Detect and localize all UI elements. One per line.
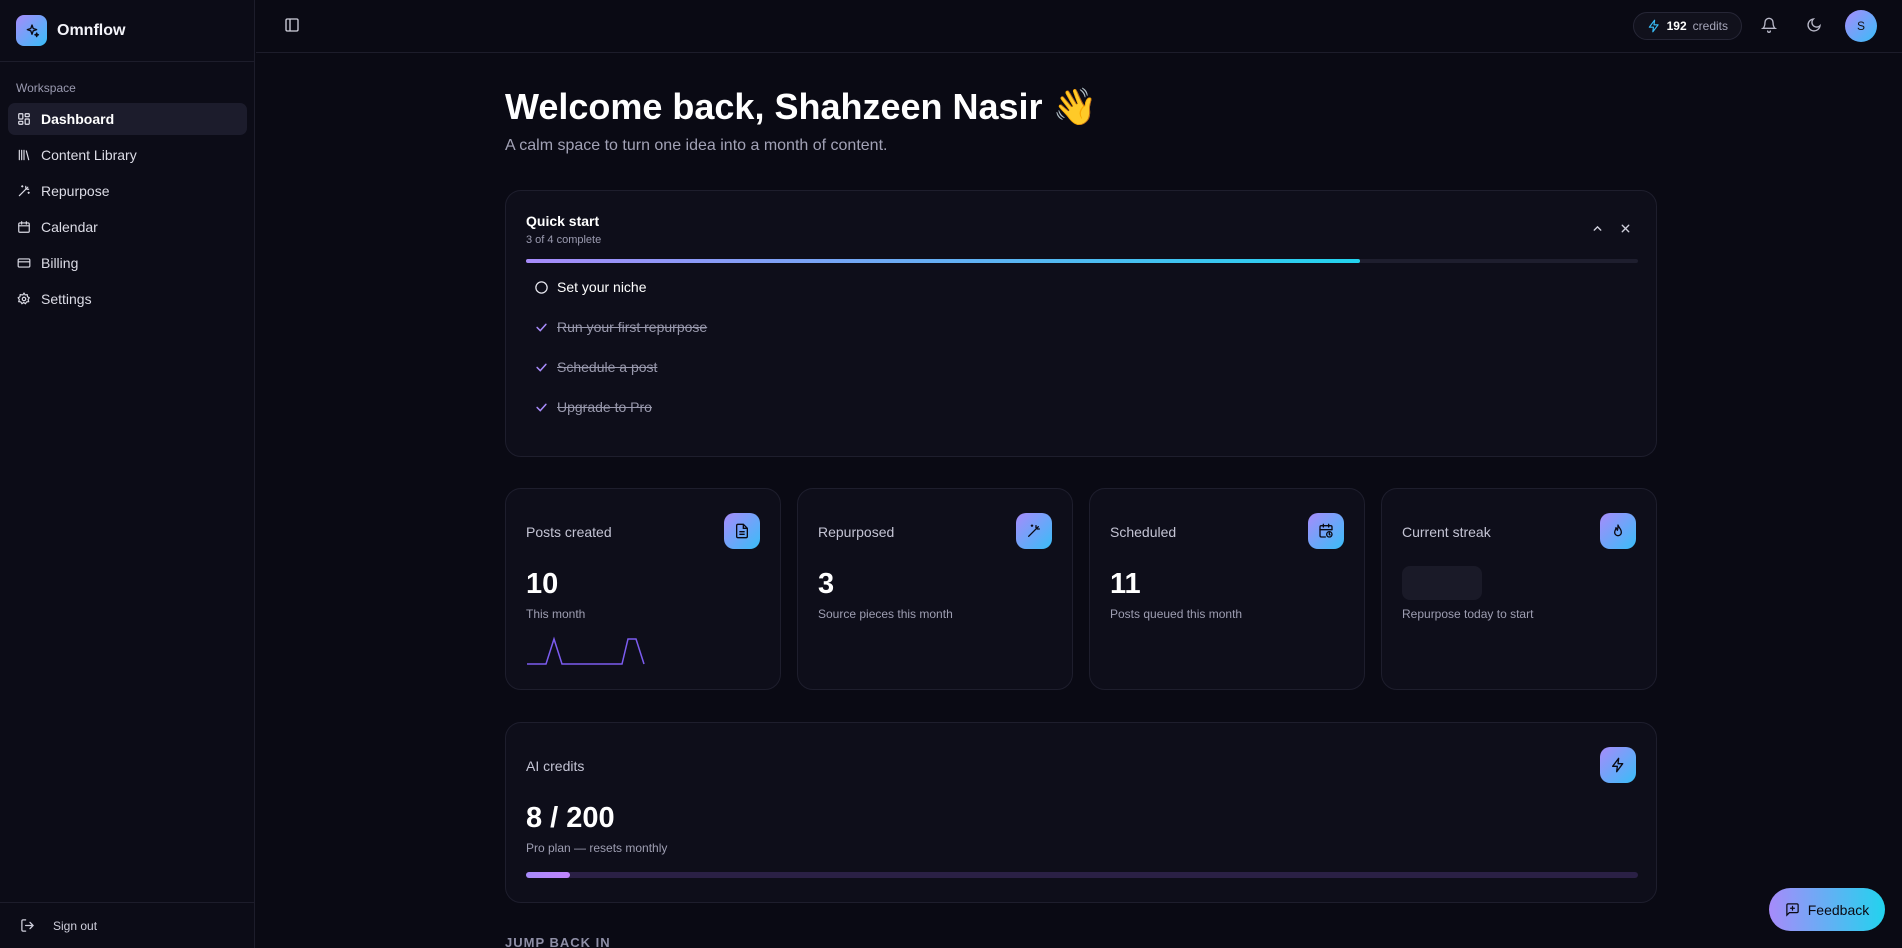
sidebar: Omnflow Workspace Dashboard Content Libr…: [0, 0, 255, 948]
ai-credits-label: AI credits: [526, 758, 585, 774]
feedback-button[interactable]: Feedback: [1769, 888, 1885, 931]
sidebar-item-label: Content Library: [41, 147, 137, 163]
magic-wand-icon: [1016, 513, 1052, 549]
ai-credits-value: 8 / 200: [526, 802, 615, 834]
document-icon: [724, 513, 760, 549]
quick-start-card: Quick start 3 of 4 complete Set your nic…: [505, 190, 1657, 457]
stat-label: Posts created: [526, 524, 612, 540]
message-icon: [1785, 902, 1800, 917]
stat-card-posts-created: Posts created 10 This month: [505, 488, 781, 690]
stat-description: Repurpose today to start: [1402, 607, 1534, 621]
stat-value: 11: [1110, 568, 1141, 600]
sidebar-item-settings[interactable]: Settings: [8, 283, 247, 315]
task-first-repurpose[interactable]: Run your first repurpose: [534, 317, 707, 337]
task-label: Run your first repurpose: [557, 319, 708, 335]
page-subtitle: A calm space to turn one idea into a mon…: [505, 137, 888, 154]
sparkle-logo-icon: [16, 15, 47, 46]
sign-out-button[interactable]: Sign out: [0, 902, 255, 948]
check-icon: [534, 320, 549, 335]
credit-card-icon: [17, 256, 31, 270]
flame-icon: [1600, 513, 1636, 549]
streak-value-placeholder: [1402, 566, 1482, 600]
stat-label: Scheduled: [1110, 524, 1177, 540]
credits-value: 192: [1666, 19, 1687, 33]
jump-back-heading: JUMP BACK IN: [505, 935, 611, 948]
close-icon[interactable]: [1619, 222, 1632, 235]
moon-icon[interactable]: [1806, 17, 1822, 33]
sidebar-item-label: Calendar: [41, 219, 98, 235]
sidebar-item-label: Billing: [41, 255, 79, 271]
sidebar-item-label: Repurpose: [41, 183, 110, 199]
sidebar-nav: Dashboard Content Library Repurpose Cale…: [8, 103, 247, 319]
sidebar-item-label: Settings: [41, 291, 92, 307]
task-label: Upgrade to Pro: [557, 399, 652, 415]
quick-start-title: Quick start: [526, 213, 600, 229]
workspace-label: Workspace: [16, 81, 76, 95]
task-schedule-post[interactable]: Schedule a post: [534, 357, 657, 377]
stat-label: Repurposed: [818, 524, 895, 540]
stat-value: 3: [818, 568, 835, 600]
calendar-icon: [17, 220, 31, 234]
feedback-label: Feedback: [1807, 901, 1870, 918]
sidebar-item-dashboard[interactable]: Dashboard: [8, 103, 247, 135]
ai-credits-description: Pro plan — resets monthly: [526, 841, 668, 855]
task-label: Set your niche: [557, 279, 647, 295]
task-set-niche[interactable]: Set your niche: [534, 277, 647, 297]
bell-icon[interactable]: [1761, 17, 1777, 33]
ai-credits-usage-fill: [526, 872, 571, 878]
sidebar-toggle-icon[interactable]: [284, 17, 300, 33]
check-icon: [534, 360, 549, 375]
circle-icon: [534, 280, 549, 295]
quick-start-progress-fill: [526, 259, 1360, 263]
magic-wand-icon: [17, 184, 31, 198]
task-label: Schedule a post: [557, 359, 658, 375]
stat-card-current-streak: Current streak Repurpose today to start: [1381, 488, 1657, 690]
ai-credits-usage-bar: [526, 872, 1638, 878]
top-bar: 192 credits S: [256, 0, 1902, 53]
credits-label: credits: [1692, 19, 1728, 33]
quick-start-progress-text: 3 of 4 complete: [526, 234, 602, 246]
stat-card-repurposed: Repurposed 3 Source pieces this month: [797, 488, 1073, 690]
ai-credits-card: AI credits 8 / 200 Pro plan — resets mon…: [505, 722, 1657, 903]
credits-badge[interactable]: 192 credits: [1632, 12, 1742, 40]
app-name: Omnflow: [57, 21, 126, 39]
quick-start-progress-bar: [526, 259, 1638, 263]
stat-label: Current streak: [1402, 524, 1491, 540]
stat-description: Posts queued this month: [1110, 607, 1243, 621]
stat-description: Source pieces this month: [818, 607, 953, 621]
sidebar-item-calendar[interactable]: Calendar: [8, 211, 247, 243]
sign-out-label: Sign out: [53, 918, 98, 933]
sidebar-item-billing[interactable]: Billing: [8, 247, 247, 279]
calendar-clock-icon: [1308, 513, 1344, 549]
lightning-icon: [1600, 747, 1636, 783]
check-icon: [534, 400, 549, 415]
task-upgrade-pro[interactable]: Upgrade to Pro: [534, 397, 652, 417]
page-title: Welcome back, Shahzeen Nasir 👋: [505, 86, 1098, 127]
posts-sparkline: [527, 636, 645, 665]
stat-description: This month: [526, 607, 586, 621]
lightning-icon: [1647, 19, 1661, 33]
avatar[interactable]: S: [1845, 10, 1877, 42]
dashboard-icon: [17, 112, 31, 126]
sidebar-item-content-library[interactable]: Content Library: [8, 139, 247, 171]
sidebar-item-label: Dashboard: [41, 111, 115, 127]
brand[interactable]: Omnflow: [0, 0, 254, 62]
gear-icon: [17, 292, 31, 306]
sidebar-item-repurpose[interactable]: Repurpose: [8, 175, 247, 207]
chevron-up-icon[interactable]: [1591, 222, 1604, 235]
library-icon: [17, 148, 31, 162]
stat-card-scheduled: Scheduled 11 Posts queued this month: [1089, 488, 1365, 690]
stat-value: 10: [526, 568, 559, 600]
sign-out-icon: [20, 918, 35, 933]
